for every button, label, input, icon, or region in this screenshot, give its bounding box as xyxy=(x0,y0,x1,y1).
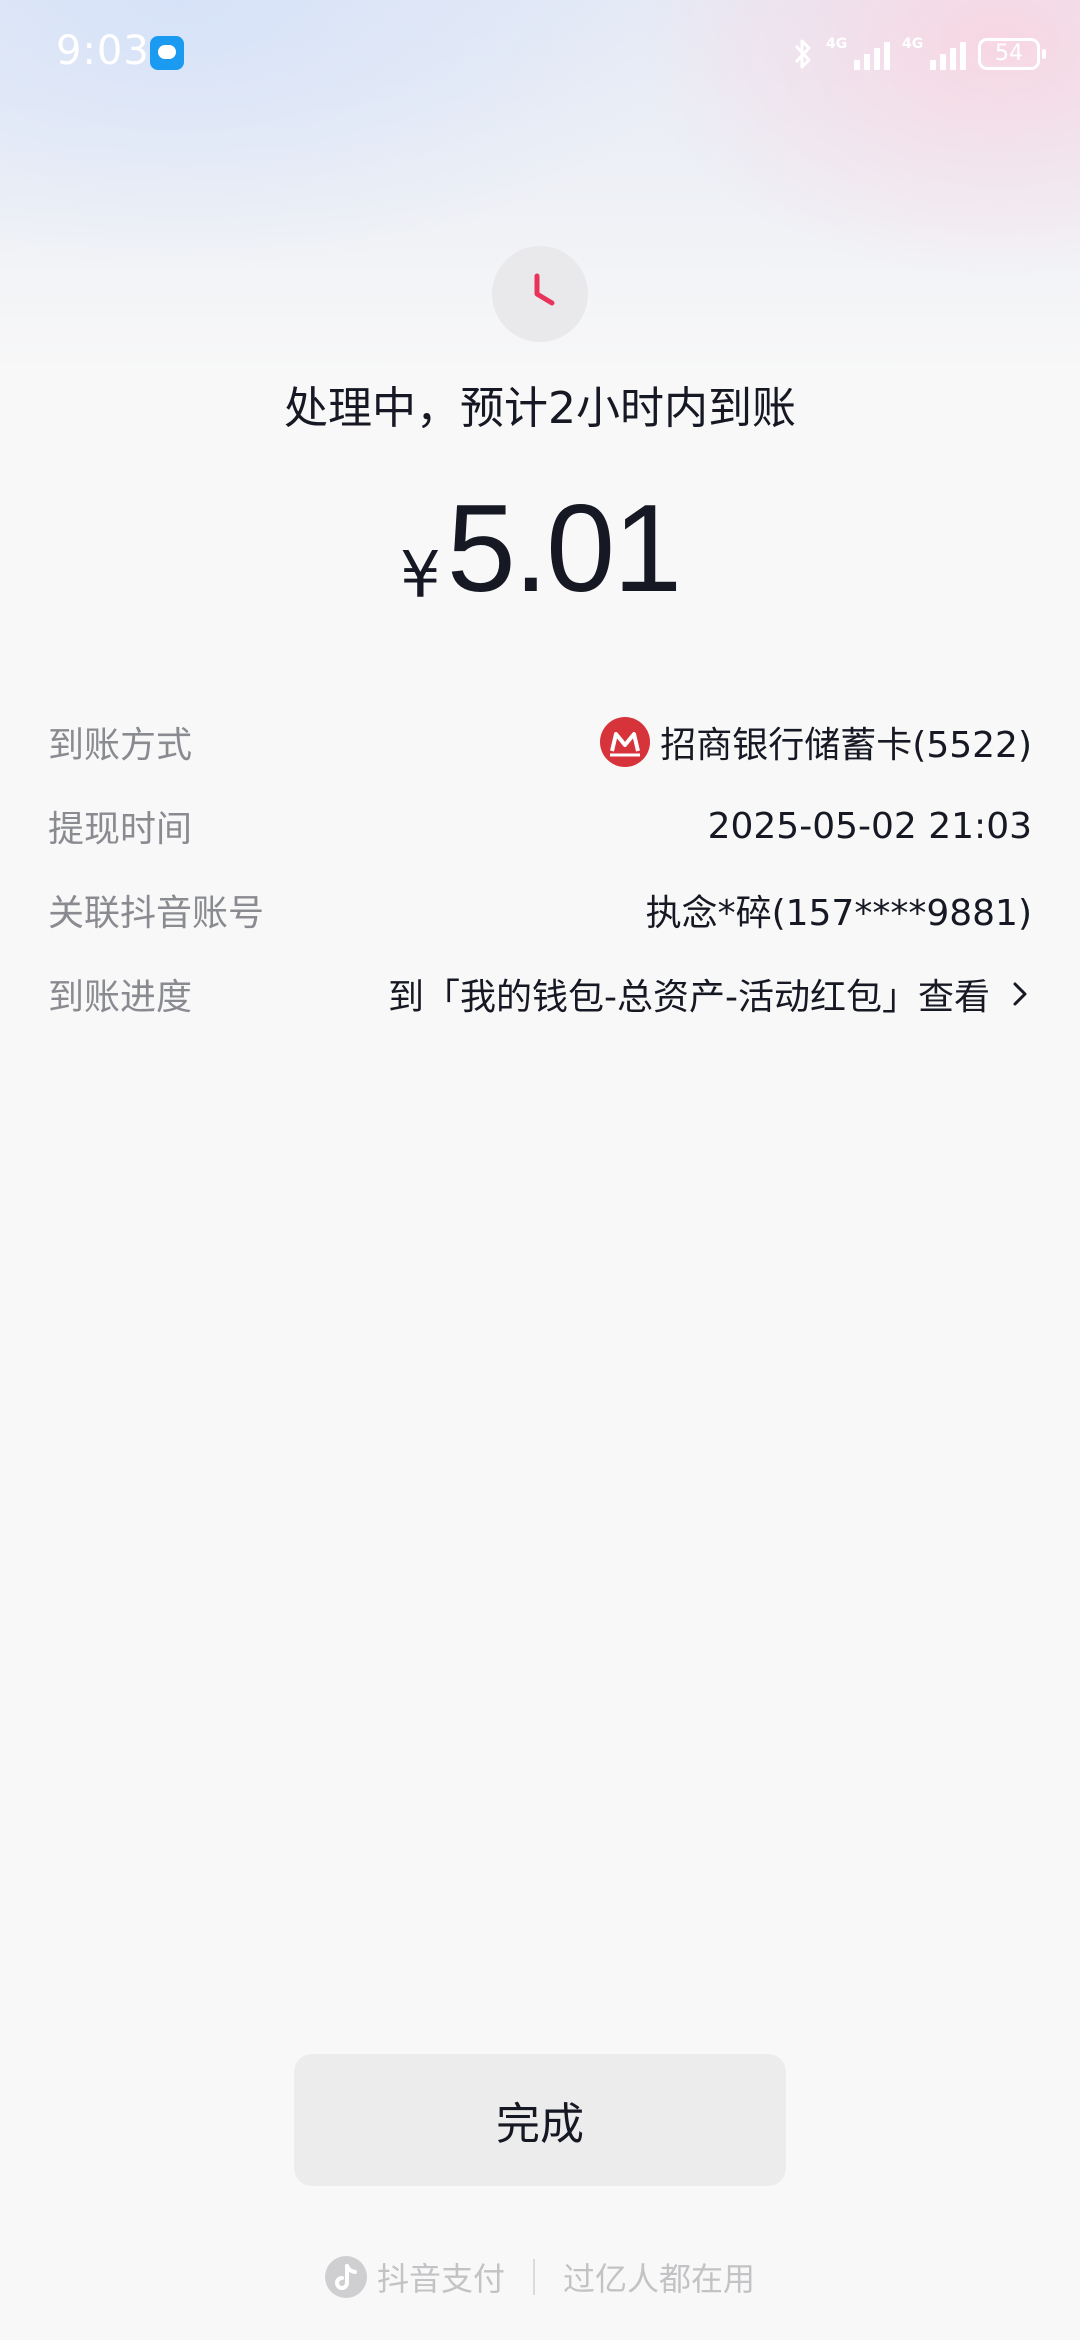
detail-row-method: 到账方式 招商银行储蓄卡(5522) xyxy=(48,700,1032,784)
chevron-right-icon xyxy=(1010,977,1032,1011)
bank-logo-icon xyxy=(600,717,651,767)
detail-row-progress[interactable]: 到账进度 到「我的钱包-总资产-活动红包」查看 xyxy=(48,952,1032,1036)
message-icon xyxy=(150,36,184,70)
detail-label: 到账方式 xyxy=(48,725,193,766)
detail-label: 到账进度 xyxy=(48,977,193,1018)
amount-value: 5.01 xyxy=(446,480,682,618)
bank-card-text: 招商银行储蓄卡(5522) xyxy=(660,725,1032,766)
currency-symbol: ¥ xyxy=(399,539,441,613)
battery-icon: 54 xyxy=(978,38,1046,70)
bluetooth-icon xyxy=(792,36,814,72)
status-time: 9:03 xyxy=(56,28,150,74)
footer: 抖音支付 过亿人都在用 xyxy=(0,2254,1080,2300)
signal-icon: 4G xyxy=(826,36,890,70)
douyin-logo-icon xyxy=(324,2256,367,2298)
status-bar: 9:03 4G 4G 54 xyxy=(0,0,1080,110)
footer-slogan: 过亿人都在用 xyxy=(563,2260,756,2298)
detail-value: 执念*碎(157****9881) xyxy=(645,893,1032,934)
clock-icon xyxy=(492,246,588,342)
detail-row-account: 关联抖音账号 执念*碎(157****9881) xyxy=(48,868,1032,952)
detail-label: 提现时间 xyxy=(48,809,193,850)
detail-value: 招商银行储蓄卡(5522) xyxy=(600,716,1032,768)
detail-value: 2025-05-02 21:03 xyxy=(707,805,1032,847)
signal-icon-2: 4G xyxy=(902,36,966,70)
status-title: 处理中，预计2小时内到账 xyxy=(284,383,796,434)
footer-divider xyxy=(533,2259,535,2295)
detail-row-time: 提现时间 2025-05-02 21:03 xyxy=(48,784,1032,868)
network-type-1: 4G xyxy=(826,36,848,52)
withdrawal-details: 到账方式 招商银行储蓄卡(5522) 提现时间 2025-05-02 21:03… xyxy=(48,700,1032,1036)
done-button[interactable]: 完成 xyxy=(294,2054,786,2186)
amount: ¥5.01 xyxy=(0,478,1080,620)
progress-link[interactable]: 到「我的钱包-总资产-活动红包」查看 xyxy=(388,968,1032,1020)
footer-brand: 抖音支付 xyxy=(376,2260,505,2298)
progress-link-text: 到「我的钱包-总资产-活动红包」查看 xyxy=(388,977,990,1018)
network-type-2: 4G xyxy=(902,36,924,52)
detail-label: 关联抖音账号 xyxy=(48,893,265,934)
status-icons: 4G 4G 54 xyxy=(792,34,1046,74)
